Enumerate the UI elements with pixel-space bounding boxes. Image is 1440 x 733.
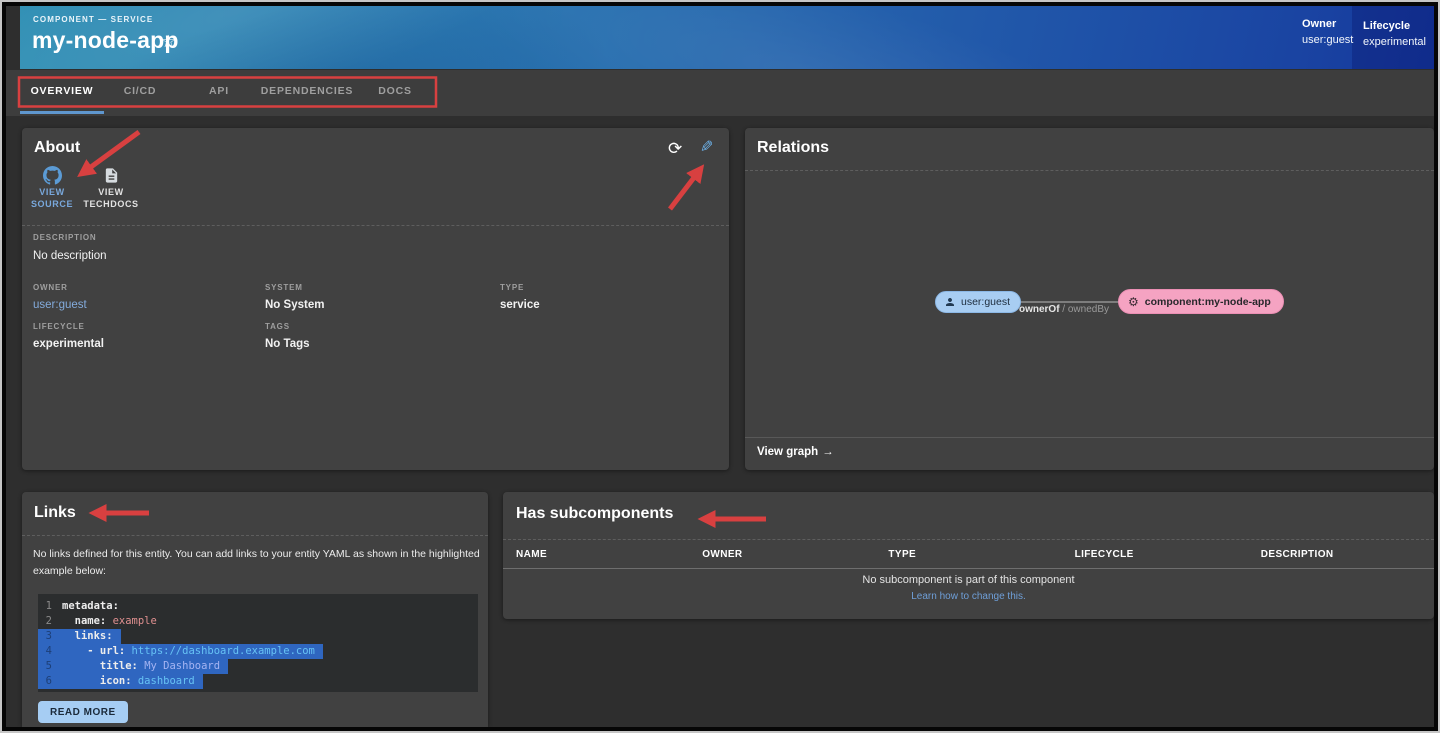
relation-node-user[interactable]: user:guest (935, 291, 1021, 313)
gear-icon: ⚙ (1128, 296, 1139, 308)
relations-card-title: Relations (757, 139, 829, 157)
edit-pencil-icon[interactable]: ✎ (700, 140, 713, 156)
code-key: metadata: (62, 599, 119, 614)
code-value: dashboard (138, 674, 195, 689)
system-field-label: SYSTEM (265, 283, 303, 292)
code-key: - url: (62, 644, 132, 659)
description-field-value: No description (33, 250, 107, 262)
tab-cicd[interactable]: CI/CD (124, 85, 157, 97)
tab-bar: OVERVIEW CI/CD API DEPENDENCIES DOCS (0, 70, 1440, 116)
line-number: 4 (38, 644, 62, 659)
tab-dependencies[interactable]: DEPENDENCIES (261, 85, 353, 97)
subcomponents-empty-text: No subcomponent is part of this componen… (503, 574, 1434, 586)
code-line: 3 links: (38, 629, 121, 644)
edge-label-separator: / (1060, 304, 1068, 315)
code-line: 6 icon: dashboard (38, 674, 203, 689)
code-line: 1metadata: (38, 599, 127, 614)
lifecycle-value: experimental (1363, 36, 1426, 48)
view-source-label-line1: VIEW (22, 186, 82, 198)
column-header-description: DESCRIPTION (1248, 549, 1434, 560)
active-tab-underline (20, 111, 104, 114)
relation-node-component[interactable]: ⚙ component:my-node-app (1118, 289, 1284, 314)
divider (745, 170, 1434, 171)
view-techdocs-label-line2: TECHDOCS (81, 198, 141, 210)
person-icon (944, 296, 956, 308)
github-icon (22, 164, 82, 186)
links-card-title: Links (34, 504, 76, 522)
tab-overview[interactable]: OVERVIEW (31, 85, 94, 97)
edge-label-ownedby: ownedBy (1068, 304, 1109, 315)
line-number: 6 (38, 674, 62, 689)
code-line: 2 name: example (38, 614, 165, 629)
type-field-label: TYPE (500, 283, 524, 292)
lifecycle-field-label: LIFECYCLE (33, 322, 85, 331)
code-key: title: (62, 659, 144, 674)
type-field-value: service (500, 299, 540, 311)
breadcrumb: COMPONENT — SERVICE (33, 15, 153, 24)
view-graph-link[interactable]: View graph → (757, 446, 834, 458)
owner-label: Owner (1302, 18, 1353, 30)
lifecycle-label: Lifecycle (1363, 20, 1426, 32)
tab-api[interactable]: API (209, 85, 229, 97)
line-number: 3 (38, 629, 62, 644)
column-header-type: TYPE (875, 549, 1061, 560)
code-value: example (113, 614, 157, 629)
divider (22, 225, 729, 226)
lifecycle-field-value: experimental (33, 338, 104, 350)
code-value: My Dashboard (144, 659, 220, 674)
relation-node-user-label: user:guest (961, 296, 1010, 308)
links-card: Links No links defined for this entity. … (22, 492, 488, 727)
page-header: COMPONENT — SERVICE my-node-app ☆ Owner … (20, 6, 1434, 69)
owner-value: user:guest (1302, 34, 1353, 46)
about-card-title: About (34, 139, 80, 157)
view-techdocs-button[interactable]: VIEW TECHDOCS (81, 164, 141, 210)
owner-field-value-link[interactable]: user:guest (33, 299, 87, 311)
header-lifecycle-block: Lifecycle experimental (1363, 20, 1426, 48)
yaml-code-block: 1metadata: 2 name: example 3 links: 4 - … (38, 594, 478, 692)
arrow-right-icon: → (822, 446, 834, 458)
read-more-button[interactable]: READ MORE (38, 701, 128, 723)
code-key: links: (62, 629, 113, 644)
line-number: 1 (38, 599, 62, 614)
page-title: my-node-app (32, 27, 179, 54)
entity-page: COMPONENT — SERVICE my-node-app ☆ Owner … (0, 0, 1440, 733)
subcomponents-card-title: Has subcomponents (516, 505, 673, 523)
code-line: 5 title: My Dashboard (38, 659, 228, 674)
refresh-icon[interactable]: ⟳ (668, 140, 682, 157)
column-header-name: NAME (503, 549, 689, 560)
divider (745, 437, 1434, 438)
system-field-value: No System (265, 299, 324, 311)
divider (22, 535, 488, 536)
relation-edge (1007, 301, 1119, 303)
tab-docs[interactable]: DOCS (378, 85, 412, 97)
favorite-star-icon[interactable]: ☆ (161, 32, 176, 52)
links-empty-text: No links defined for this entity. You ca… (33, 546, 485, 580)
document-icon (81, 164, 141, 186)
owner-field-label: OWNER (33, 283, 68, 292)
line-number: 5 (38, 659, 62, 674)
code-line: 4 - url: https://dashboard.example.com (38, 644, 323, 659)
tags-field-label: TAGS (265, 322, 290, 331)
code-value: https://dashboard.example.com (132, 644, 315, 659)
column-header-owner: OWNER (689, 549, 875, 560)
header-owner-block: Owner user:guest (1302, 18, 1353, 46)
about-card: About ⟳ ✎ VIEW SOURCE VIEW TECHDOCS DESC… (22, 128, 729, 470)
subcomponents-card: Has subcomponents NAME OWNER TYPE LIFECY… (503, 492, 1434, 619)
edge-label-ownerof: ownerOf (1019, 304, 1060, 315)
tags-field-value: No Tags (265, 338, 310, 350)
view-graph-label: View graph (757, 446, 818, 458)
relation-node-component-label: component:my-node-app (1145, 296, 1271, 308)
column-header-lifecycle: LIFECYCLE (1062, 549, 1248, 560)
view-source-label-line2: SOURCE (22, 198, 82, 210)
description-field-label: DESCRIPTION (33, 233, 96, 242)
line-number: 2 (38, 614, 62, 629)
code-key: name: (62, 614, 113, 629)
code-key: icon: (62, 674, 138, 689)
view-techdocs-label-line1: VIEW (81, 186, 141, 198)
learn-how-link[interactable]: Learn how to change this. (503, 591, 1434, 602)
relations-card: Relations ownerOf / ownedBy user:guest ⚙… (745, 128, 1434, 470)
table-header-row: NAME OWNER TYPE LIFECYCLE DESCRIPTION (503, 540, 1434, 569)
view-source-button[interactable]: VIEW SOURCE (22, 164, 82, 210)
